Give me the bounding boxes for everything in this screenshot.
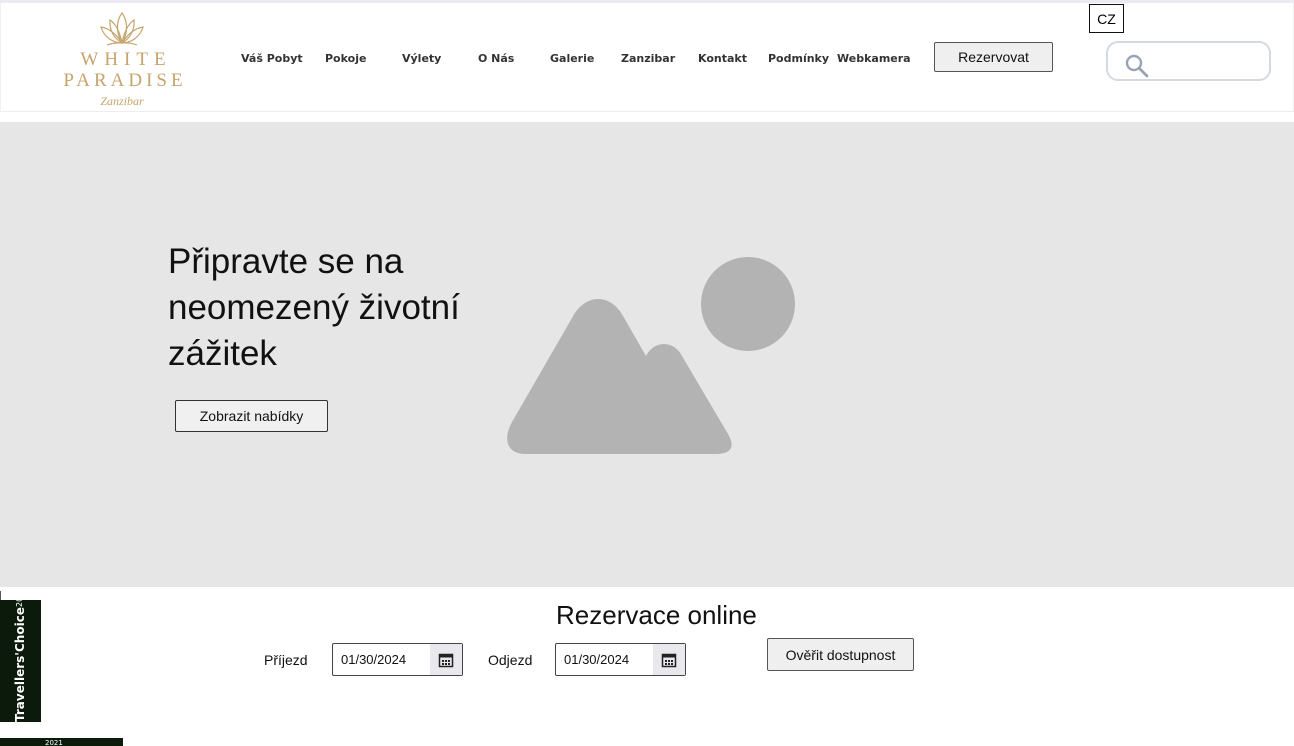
departure-date-input[interactable]: 01/30/2024: [555, 643, 686, 676]
badge-year: 2021: [15, 586, 24, 608]
image-placeholder-icon: [507, 257, 795, 454]
search-icon: [1125, 54, 1149, 78]
language-selector[interactable]: CZ: [1089, 4, 1124, 33]
reserve-button[interactable]: Rezervovat: [934, 42, 1053, 72]
departure-label: Odjezd: [488, 652, 533, 668]
nav-item-vylety[interactable]: Výlety: [402, 52, 441, 65]
travellers-choice-badge-secondary[interactable]: 2021: [0, 738, 123, 746]
travellers-choice-badge[interactable]: Travellers' Choice 2021: [0, 587, 41, 722]
booking-title: Rezervace online: [556, 600, 757, 630]
site-logo[interactable]: WHITE PARADISE Zanzibar: [47, 9, 197, 113]
show-offers-button[interactable]: Zobrazit nabídky: [175, 400, 328, 432]
logo-text-zanzibar: Zanzibar: [100, 94, 144, 108]
hero-title: Připravte se na neomezený životní zážite…: [168, 242, 460, 373]
check-availability-button[interactable]: Ověřit dostupnost: [767, 638, 914, 671]
calendar-icon[interactable]: [653, 644, 685, 675]
departure-date-value: 01/30/2024: [564, 652, 630, 667]
search-input[interactable]: [1106, 41, 1271, 81]
site-header: WHITE PARADISE Zanzibar Váš Pobyt Pokoje…: [0, 3, 1294, 112]
calendar-icon[interactable]: [430, 644, 462, 675]
nav-item-podminky[interactable]: Podmínky: [768, 52, 829, 65]
badge2-year: 2021: [45, 739, 63, 746]
nav-item-vas-pobyt[interactable]: Váš Pobyt: [241, 52, 303, 65]
nav-item-o-nas[interactable]: O Nás: [478, 52, 514, 65]
arrival-date-input[interactable]: 01/30/2024: [332, 643, 463, 676]
arrival-label: Příjezd: [264, 652, 308, 668]
nav-item-zanzibar[interactable]: Zanzibar: [621, 52, 675, 65]
nav-item-kontakt[interactable]: Kontakt: [698, 52, 747, 65]
lotus-icon: [100, 11, 144, 46]
nav-item-pokoje[interactable]: Pokoje: [325, 52, 366, 65]
nav-item-galerie[interactable]: Galerie: [550, 52, 594, 65]
badge-label-line1: Travellers': [13, 652, 27, 722]
logo-text-paradise: PARADISE: [63, 70, 187, 91]
page: WHITE PARADISE Zanzibar Váš Pobyt Pokoje…: [0, 0, 1294, 746]
badge-text: Travellers' Choice 2021: [2, 587, 39, 722]
badge-label-line2: Choice: [13, 607, 27, 653]
arrival-date-value: 01/30/2024: [341, 652, 407, 667]
logo-text-white: WHITE: [80, 49, 172, 70]
nav-item-webkamera[interactable]: Webkamera: [837, 52, 911, 65]
hero-banner: Připravte se na neomezený životní zážite…: [0, 122, 1294, 587]
